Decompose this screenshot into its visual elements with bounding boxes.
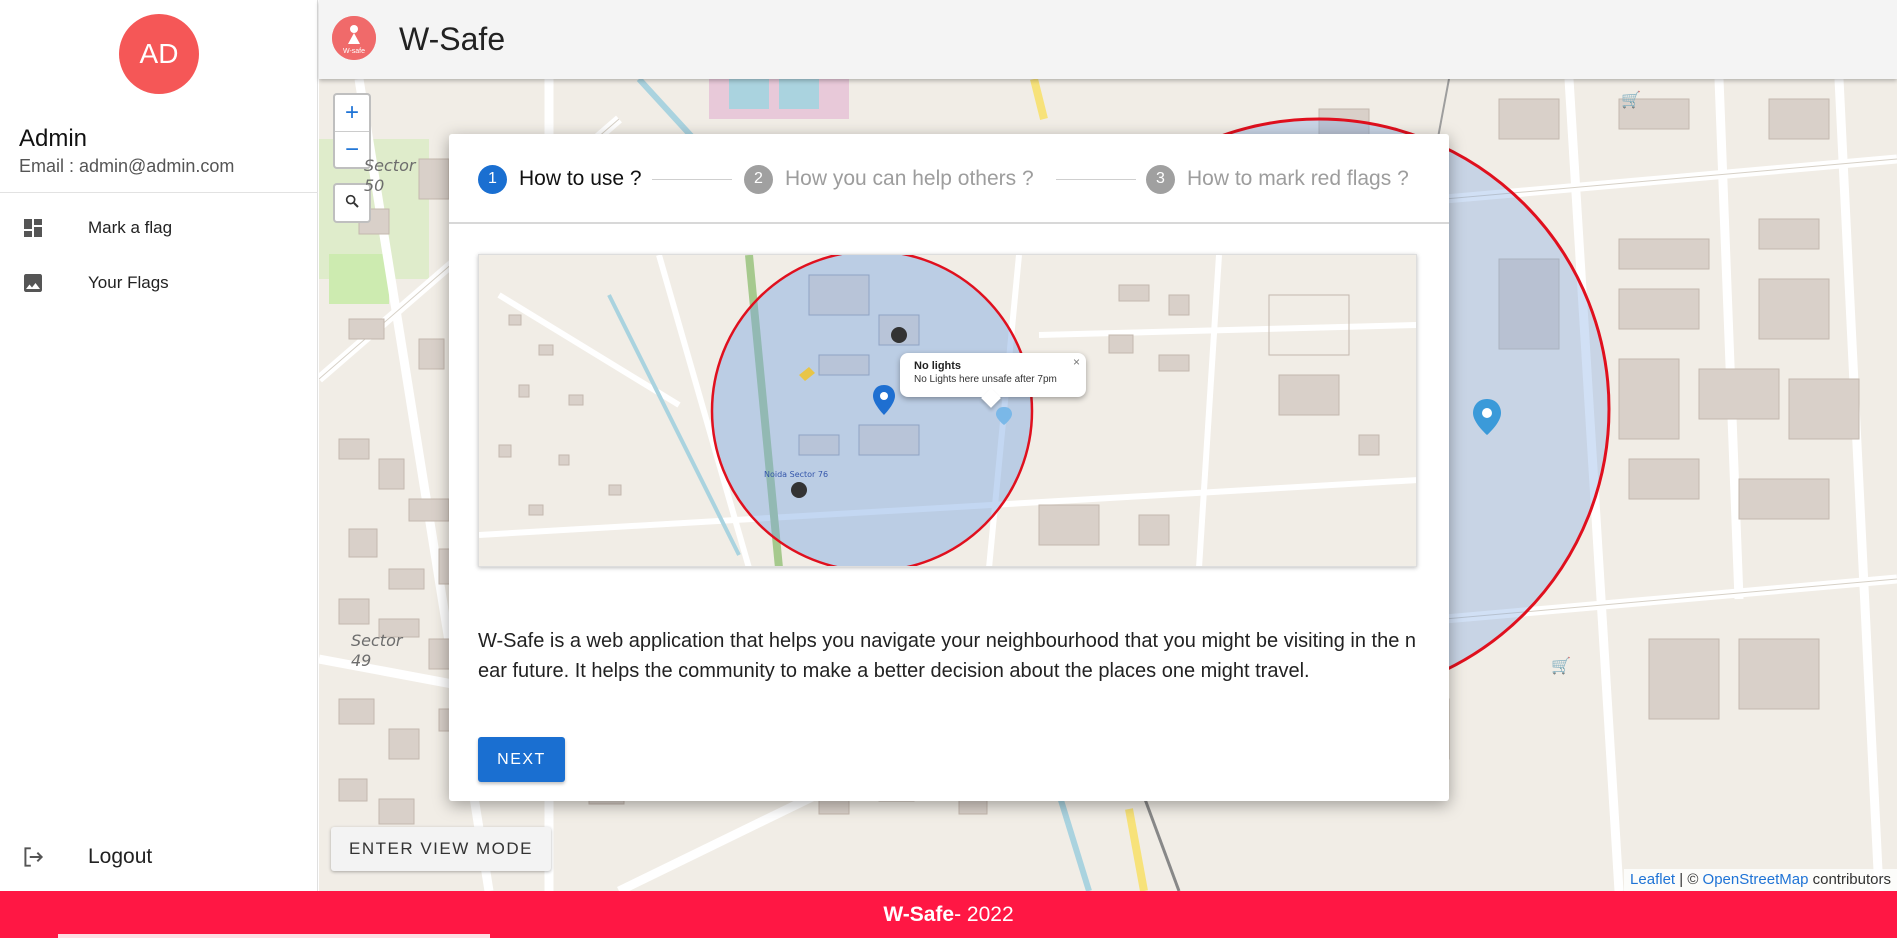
tutorial-description: W-Safe is a web application that helps y… bbox=[478, 630, 1416, 682]
enter-view-mode-button[interactable]: ENTER VIEW MODE bbox=[331, 827, 552, 871]
map-sector-label: Sector 50 bbox=[364, 156, 416, 195]
footer-brand: W-Safe bbox=[883, 902, 955, 926]
stepper: 1 How to use ? 2 How you can help others… bbox=[449, 134, 1449, 224]
sidebar-item-mark-a-flag[interactable]: Mark a flag bbox=[0, 203, 318, 253]
attribution-separator: | © bbox=[1675, 871, 1703, 888]
svg-text:🛒: 🛒 bbox=[1551, 656, 1571, 675]
step-number: 2 bbox=[744, 164, 773, 194]
footer: W-Safe - 2022 bbox=[0, 891, 1897, 938]
step-label: How to use ? bbox=[519, 167, 642, 190]
step-number: 1 bbox=[478, 164, 507, 194]
step-how-to-use[interactable]: 1 How to use ? bbox=[478, 164, 642, 194]
close-icon: × bbox=[1072, 355, 1080, 369]
openstreetmap-link[interactable]: OpenStreetMap bbox=[1703, 871, 1809, 888]
image-icon bbox=[20, 270, 46, 296]
tutorial-map-image: Noida Sector 76 No lights No Lights here… bbox=[478, 254, 1417, 567]
avatar: AD bbox=[119, 14, 199, 94]
brand-logo: W-safe bbox=[332, 16, 376, 60]
sidebar-divider bbox=[0, 192, 318, 193]
sidebar-item-your-flags[interactable]: Your Flags bbox=[0, 258, 318, 308]
popup-title: No lights bbox=[914, 360, 962, 372]
user-email: Email : admin@admin.com bbox=[19, 156, 235, 176]
step-mark-red-flags[interactable]: 3 How to mark red flags ? bbox=[1146, 164, 1409, 194]
horizontal-scrollbar[interactable] bbox=[58, 934, 490, 938]
popup-text: No Lights here unsafe after 7pm bbox=[914, 374, 1057, 385]
preview-map-tiles: Noida Sector 76 bbox=[479, 255, 1416, 566]
attribution-suffix: contributors bbox=[1808, 871, 1891, 888]
step-help-others[interactable]: 2 How you can help others ? bbox=[744, 164, 1034, 194]
zoom-in-button[interactable]: + bbox=[335, 95, 369, 131]
sidebar: AD Admin Email : admin@admin.com Mark a … bbox=[0, 0, 318, 891]
preview-map-label: Noida Sector 76 bbox=[764, 470, 828, 479]
user-name: Admin bbox=[19, 125, 88, 152]
preview-popup: No lights No Lights here unsafe after 7p… bbox=[900, 353, 1086, 397]
brand-logo-text: W-safe bbox=[343, 48, 365, 55]
next-button[interactable]: NEXT bbox=[478, 737, 565, 782]
step-number: 3 bbox=[1146, 164, 1175, 194]
map-sector-label: Sector 49 bbox=[351, 631, 403, 670]
step-connector bbox=[652, 179, 732, 180]
sidebar-item-label: Mark a flag bbox=[88, 218, 173, 237]
step-label: How to mark red flags ? bbox=[1187, 167, 1409, 190]
onboarding-dialog: 1 How to use ? 2 How you can help others… bbox=[449, 134, 1449, 801]
svg-text:🛒: 🛒 bbox=[1621, 90, 1641, 109]
logout-label: Logout bbox=[88, 845, 153, 868]
leaflet-link[interactable]: Leaflet bbox=[1630, 871, 1675, 888]
step-connector bbox=[1056, 179, 1136, 180]
sidebar-item-label: Your Flags bbox=[88, 273, 169, 292]
logout-icon bbox=[20, 844, 46, 870]
dashboard-icon bbox=[20, 215, 46, 241]
footer-year: - 2022 bbox=[954, 902, 1014, 926]
map-attribution: Leaflet | © OpenStreetMap contributors bbox=[1624, 869, 1897, 891]
app-title: W-Safe bbox=[399, 21, 506, 57]
step-label: How you can help others ? bbox=[785, 167, 1034, 190]
app-header: W-safe W-Safe bbox=[319, 0, 1897, 79]
search-icon bbox=[344, 193, 360, 214]
logout-button[interactable]: Logout bbox=[0, 832, 318, 882]
